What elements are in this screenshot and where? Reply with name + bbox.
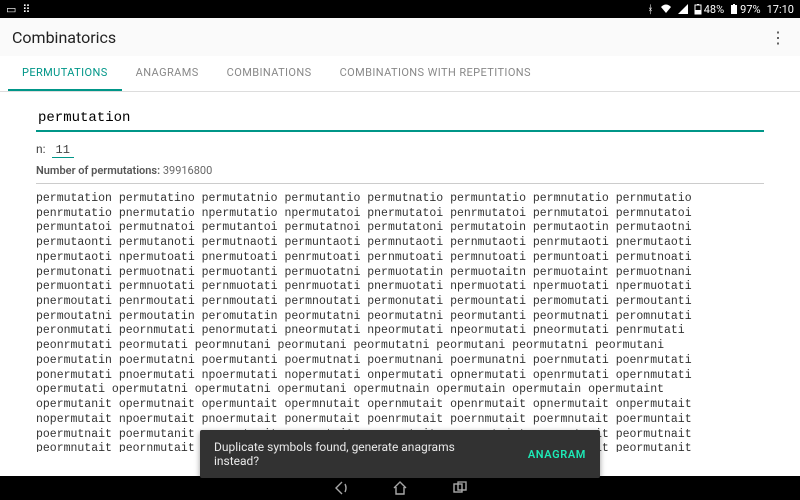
battery-icon	[730, 4, 738, 15]
battery2-pct: 97%	[740, 3, 760, 16]
snackbar: Duplicate symbols found, generate anagra…	[200, 430, 600, 478]
count-value: 39916800	[163, 164, 212, 177]
nav-recent-icon[interactable]	[452, 480, 468, 496]
results-area[interactable]: permutation permutatino permutatnio perm…	[36, 192, 768, 452]
app-bar: Combinatorics ⋮	[0, 18, 800, 56]
nav-home-icon[interactable]	[392, 480, 408, 496]
signal-icon	[678, 4, 688, 14]
n-value[interactable]: 11	[52, 143, 74, 158]
tab-permutations[interactable]: PERMUTATIONS	[8, 56, 122, 91]
tab-combinations[interactable]: COMBINATIONS	[213, 56, 326, 91]
nav-back-icon[interactable]	[332, 480, 348, 496]
snackbar-action-anagram[interactable]: ANAGRAM	[528, 448, 586, 461]
snackbar-message: Duplicate symbols found, generate anagra…	[214, 440, 488, 468]
source-input-wrap	[36, 106, 764, 132]
tab-combinations-repetitions[interactable]: COMBINATIONS WITH REPETITIONS	[326, 56, 545, 91]
android-status-bar: ▭ ⠿ ᚼ 48% 97% 17:10	[0, 0, 800, 18]
tab-anagrams[interactable]: ANAGRAMS	[122, 56, 213, 91]
battery-icon	[694, 4, 702, 15]
source-input[interactable]	[36, 106, 764, 130]
bluetooth-icon: ᚼ	[647, 3, 654, 16]
main-content: n: 11 Number of permutations: 39916800 p…	[0, 92, 800, 452]
count-label: Number of permutations:	[36, 164, 160, 177]
n-label: n:	[36, 142, 46, 156]
overflow-menu-button[interactable]: ⋮	[768, 28, 788, 47]
notification-icon: ▭	[6, 3, 16, 16]
android-nav-bar	[0, 476, 800, 500]
battery1-pct: 48%	[704, 3, 724, 16]
app-title: Combinatorics	[12, 28, 116, 47]
clock: 17:10	[767, 3, 794, 16]
notification-icon: ⠿	[22, 3, 30, 16]
wifi-icon	[660, 4, 672, 14]
tab-bar: PERMUTATIONS ANAGRAMS COMBINATIONS COMBI…	[0, 56, 800, 92]
